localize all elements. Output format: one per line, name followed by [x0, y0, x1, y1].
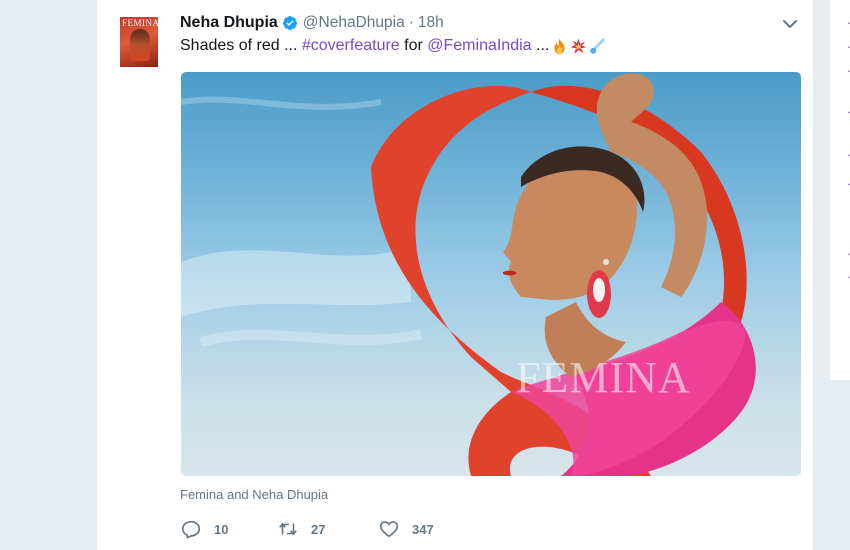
media-photo: [181, 73, 756, 476]
retweet-count: 27: [311, 521, 326, 537]
author-name[interactable]: Neha Dhupia: [180, 14, 278, 32]
like-count: 347: [412, 521, 434, 537]
verified-badge-icon: [282, 16, 297, 30]
mention-link[interactable]: @FeminaIndia: [427, 37, 531, 55]
reply-count: 10: [214, 521, 229, 537]
media-watermark: FEMINA: [516, 353, 691, 402]
right-sidebar-panel: . . . . . . . .: [829, 0, 850, 380]
retweet-button[interactable]: 27: [277, 518, 325, 540]
hashtag-link[interactable]: #coverfeature: [302, 37, 400, 55]
reply-icon: [181, 520, 201, 539]
tweet-text-part: Shades of red ...: [180, 37, 302, 54]
tweet-text-part: for: [399, 37, 428, 54]
tweet-header: Neha Dhupia @NehaDhupia · 18h: [180, 13, 444, 33]
tweet-media-image[interactable]: [181, 72, 801, 476]
retweet-icon: [279, 522, 297, 536]
media-caption[interactable]: Femina and Neha Dhupia: [180, 487, 328, 502]
fire-emoji-icon: [554, 38, 565, 54]
tweet-text-part: ...: [531, 37, 550, 54]
tweet-text: Shades of red ... #coverfeature for @Fem…: [180, 37, 606, 55]
tweet-timestamp[interactable]: 18h: [418, 14, 444, 32]
comet-emoji-icon: [590, 37, 606, 54]
avatar-figure: [130, 29, 150, 61]
like-button[interactable]: 347: [378, 518, 434, 540]
avatar[interactable]: FEMINA: [120, 17, 158, 67]
heart-icon: [379, 521, 399, 538]
reply-button[interactable]: 10: [180, 518, 228, 540]
avatar-magazine-mast: FEMINA: [122, 18, 158, 28]
author-handle[interactable]: @NehaDhupia: [303, 14, 405, 32]
collision-emoji-icon: [571, 38, 587, 54]
chevron-down-icon[interactable]: [780, 14, 800, 34]
header-separator: ·: [408, 14, 414, 31]
